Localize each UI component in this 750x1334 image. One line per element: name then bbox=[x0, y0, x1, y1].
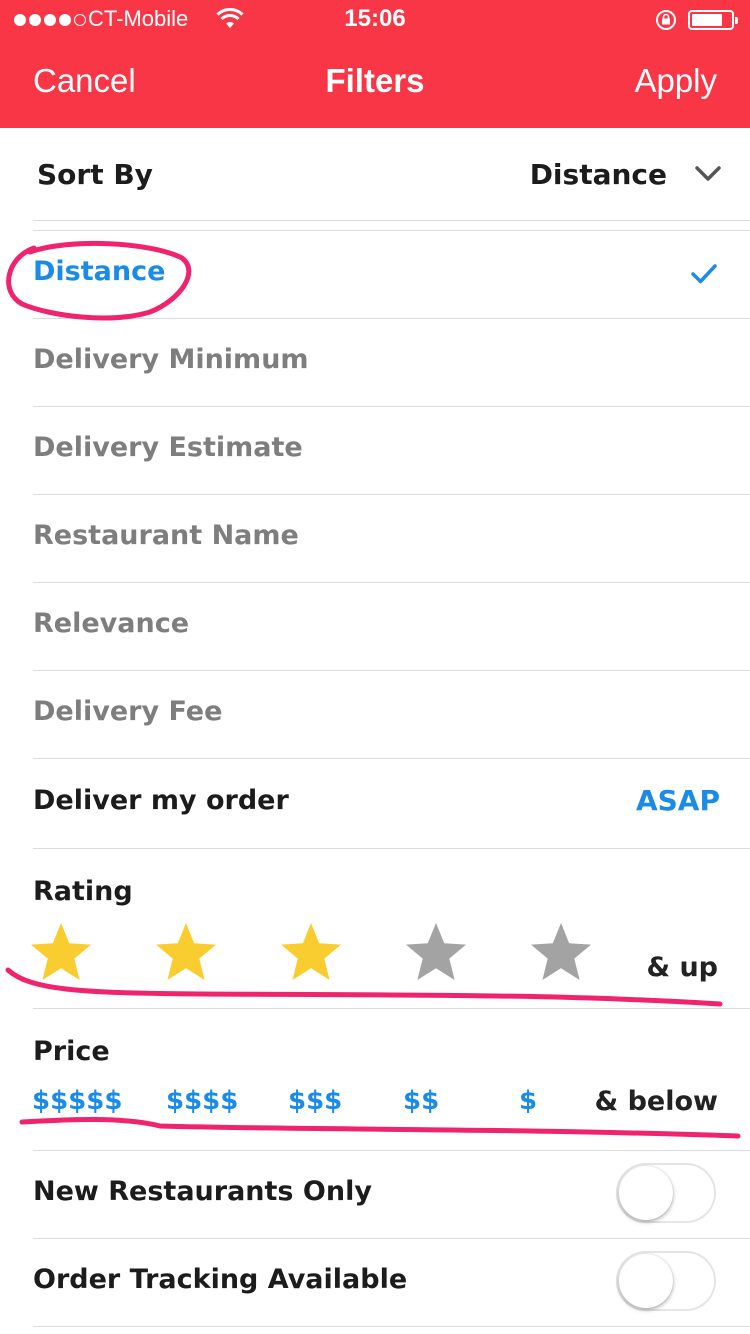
status-time: 15:06 bbox=[344, 5, 406, 32]
divider bbox=[33, 1008, 750, 1009]
star-filled-icon[interactable] bbox=[28, 920, 94, 986]
divider bbox=[33, 582, 750, 583]
divider bbox=[33, 318, 750, 319]
star-filled-icon[interactable] bbox=[153, 920, 219, 986]
sort-option-label: Distance bbox=[33, 256, 166, 287]
sort-option-label: Delivery Estimate bbox=[33, 432, 303, 463]
new-restaurants-toggle[interactable] bbox=[616, 1163, 716, 1223]
price-label: Price bbox=[33, 1036, 110, 1067]
divider bbox=[33, 758, 750, 759]
sort-option-label: Restaurant Name bbox=[33, 520, 299, 551]
divider bbox=[33, 1238, 750, 1239]
battery-icon bbox=[688, 10, 738, 30]
checkmark-icon bbox=[691, 264, 717, 284]
status-bar: CT-Mobile 15:06 bbox=[0, 0, 750, 40]
order-tracking-label: Order Tracking Available bbox=[33, 1264, 408, 1295]
divider bbox=[33, 220, 750, 221]
toggle-knob bbox=[619, 1254, 673, 1308]
cancel-button[interactable]: Cancel bbox=[33, 62, 136, 100]
star-filled-icon[interactable] bbox=[278, 920, 344, 986]
order-tracking-toggle[interactable] bbox=[616, 1251, 716, 1311]
sort-option-label: Relevance bbox=[33, 608, 190, 639]
divider bbox=[33, 406, 750, 407]
sort-by-label: Sort By bbox=[37, 158, 153, 191]
rating-label: Rating bbox=[33, 876, 133, 907]
divider bbox=[33, 1326, 750, 1327]
divider bbox=[33, 494, 750, 495]
apply-button[interactable]: Apply bbox=[634, 62, 717, 100]
price-option-3[interactable]: $$$ bbox=[288, 1086, 342, 1116]
hand-drawn-annotations bbox=[5, 240, 741, 1139]
star-empty-icon[interactable] bbox=[528, 920, 594, 986]
price-option-4[interactable]: $$$$ bbox=[166, 1086, 238, 1116]
price-option-1[interactable]: $ bbox=[519, 1086, 537, 1116]
divider bbox=[33, 230, 750, 231]
new-restaurants-label: New Restaurants Only bbox=[33, 1176, 372, 1207]
sort-by-value: Distance bbox=[529, 158, 667, 191]
rating-suffix: & up bbox=[646, 952, 719, 983]
divider bbox=[33, 1150, 750, 1151]
deliver-time-value[interactable]: ASAP bbox=[636, 784, 720, 817]
divider bbox=[33, 848, 750, 849]
sort-option-label: Delivery Minimum bbox=[33, 344, 309, 375]
annotation-underline-price bbox=[19, 1117, 741, 1139]
sort-option-label: Delivery Fee bbox=[33, 696, 223, 727]
annotation-underline-rating bbox=[5, 967, 723, 1007]
app-header: CT-Mobile 15:06 Cancel Filters Apply bbox=[0, 0, 750, 128]
toggle-knob bbox=[619, 1166, 673, 1220]
price-option-2[interactable]: $$ bbox=[403, 1086, 439, 1116]
rotation-lock-icon bbox=[656, 10, 676, 30]
chevron-down-icon bbox=[695, 166, 721, 181]
star-empty-icon[interactable] bbox=[403, 920, 469, 986]
deliver-order-label: Deliver my order bbox=[33, 785, 289, 816]
price-option-5[interactable]: $$$$$ bbox=[32, 1086, 122, 1116]
divider bbox=[33, 670, 750, 671]
price-suffix: & below bbox=[594, 1086, 718, 1117]
